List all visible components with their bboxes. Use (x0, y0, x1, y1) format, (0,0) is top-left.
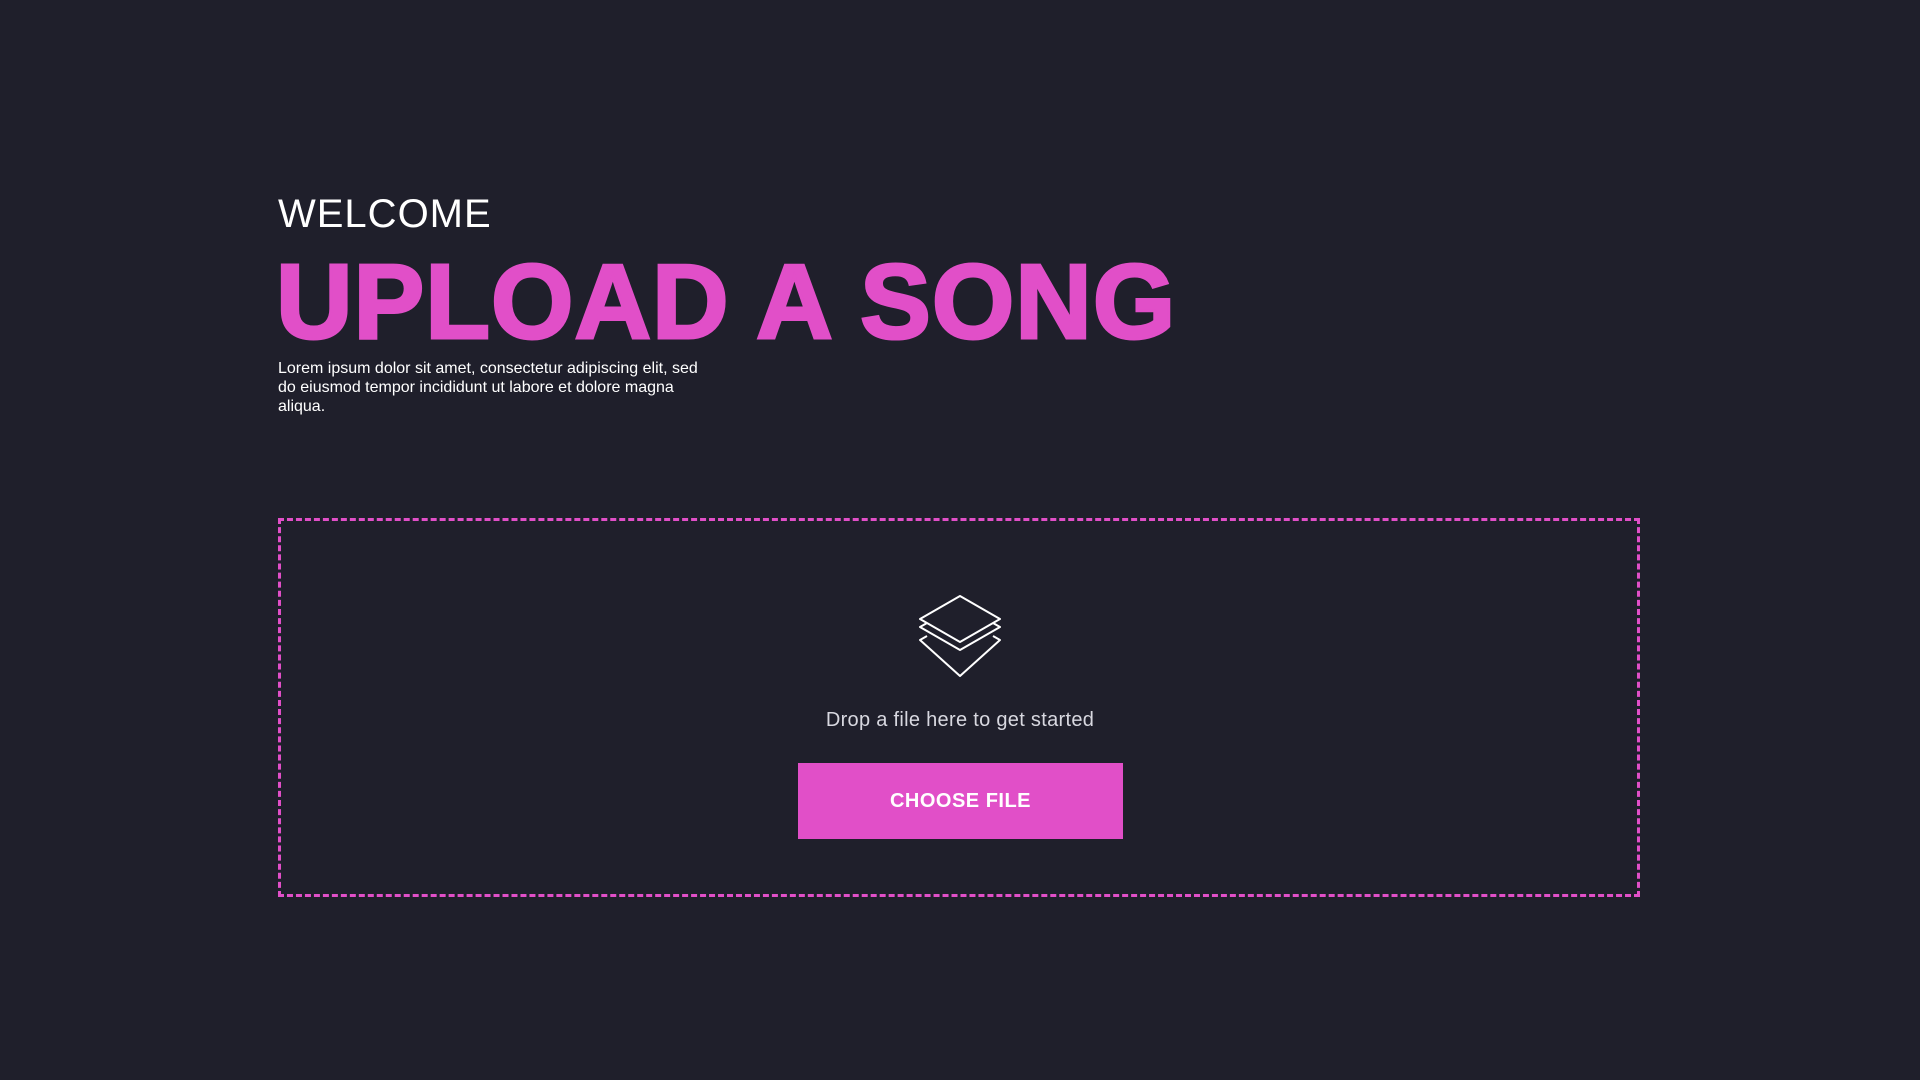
welcome-eyebrow: WELCOME (278, 192, 492, 236)
dropzone-prompt: Drop a file here to get started (825, 709, 1095, 731)
page-description: Lorem ipsum dolor sit amet, consectetur … (278, 360, 698, 415)
choose-file-button[interactable]: CHOOSE FILE (798, 763, 1123, 839)
page-title: UPLOAD A SONG (274, 243, 1177, 361)
layers-icon (919, 595, 1001, 677)
